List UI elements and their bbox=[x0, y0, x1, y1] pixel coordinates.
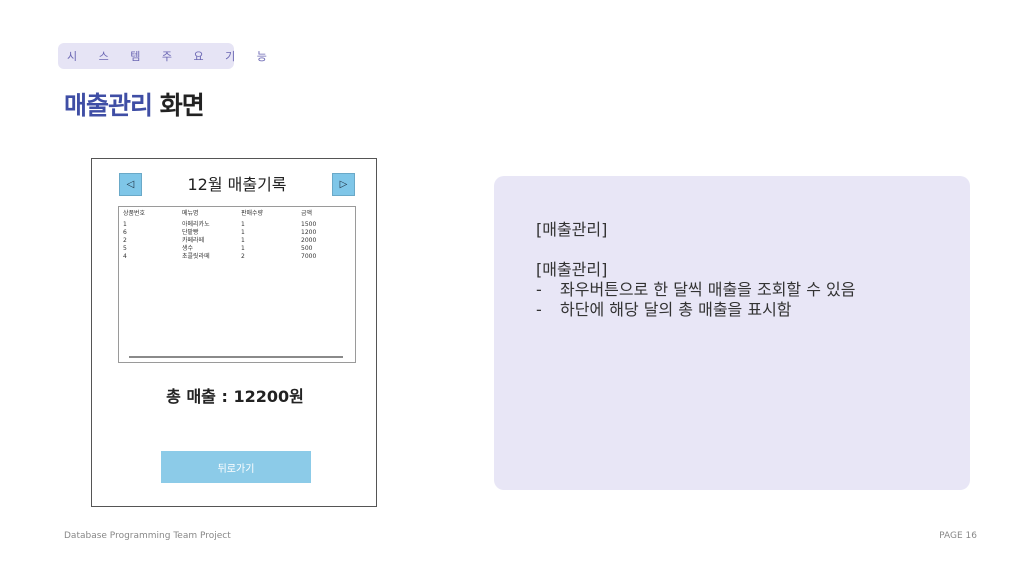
triangle-left-icon: ◁ bbox=[126, 179, 135, 190]
bullet-item: - 하단에 해당 달의 총 매출을 표시함 bbox=[536, 300, 956, 320]
cell-product-id: 4 bbox=[123, 253, 127, 260]
cell-amount: 500 bbox=[301, 245, 313, 252]
sales-table[interactable]: 상품번호 메뉴명 판매수량 금액 1 아메리카노 1 1500 6 단팥빵 1 … bbox=[118, 206, 356, 363]
panel-heading: [매출관리] bbox=[536, 220, 608, 239]
column-header-product-id: 상품번호 bbox=[123, 210, 146, 217]
description-text: [매출관리] [매출관리] - 좌우버튼으로 한 달씩 매출을 조회할 수 있음 … bbox=[536, 220, 956, 320]
bullet-text: 하단에 해당 달의 총 매출을 표시함 bbox=[560, 300, 792, 319]
horizontal-scrollbar[interactable] bbox=[129, 356, 343, 358]
cell-menu-name: 생수 bbox=[182, 245, 194, 252]
column-header-amount: 금액 bbox=[301, 210, 313, 217]
section-tag: 시 스 템 주 요 기 능 bbox=[58, 43, 267, 69]
prev-month-button[interactable]: ◁ bbox=[119, 173, 142, 196]
cell-product-id: 6 bbox=[123, 229, 127, 236]
cell-amount: 1200 bbox=[301, 229, 317, 236]
cell-product-id: 5 bbox=[123, 245, 127, 252]
cell-amount: 7000 bbox=[301, 253, 317, 260]
table-row[interactable]: 5 생수 1 500 bbox=[123, 245, 351, 253]
cell-menu-name: 카페라떼 bbox=[182, 237, 205, 244]
table-row[interactable]: 2 카페라떼 1 2000 bbox=[123, 237, 351, 245]
cell-quantity: 1 bbox=[241, 229, 245, 236]
bullet-dash: - bbox=[536, 280, 542, 299]
triangle-right-icon: ▷ bbox=[339, 179, 348, 190]
cell-menu-name: 단팥빵 bbox=[182, 229, 199, 236]
cell-quantity: 2 bbox=[241, 253, 245, 260]
back-button[interactable]: 뒤로가기 bbox=[161, 451, 311, 483]
page-title: 매출관리 화면 bbox=[64, 86, 205, 122]
footer-project-name: Database Programming Team Project bbox=[64, 531, 231, 541]
panel-subheading: [매출관리] bbox=[536, 260, 608, 279]
column-header-menu-name: 메뉴명 bbox=[182, 210, 199, 217]
page-title-accent: 매출관리 bbox=[64, 91, 153, 120]
cell-menu-name: 아메리카노 bbox=[182, 221, 210, 228]
cell-quantity: 1 bbox=[241, 221, 245, 228]
cell-amount: 2000 bbox=[301, 237, 317, 244]
table-header: 상품번호 메뉴명 판매수량 금액 bbox=[123, 210, 351, 218]
page-title-rest: 화면 bbox=[152, 91, 205, 120]
column-header-quantity: 판매수량 bbox=[241, 210, 264, 217]
cell-quantity: 1 bbox=[241, 237, 245, 244]
bullet-text: 좌우버튼으로 한 달씩 매출을 조회할 수 있음 bbox=[560, 280, 856, 299]
total-sales-label: 총 매출 : 12200원 bbox=[166, 387, 304, 406]
table-row[interactable]: 4 초콜릿라떼 2 7000 bbox=[123, 253, 351, 261]
bullet-dash: - bbox=[536, 300, 542, 319]
sales-window-mockup: ◁ 12월 매출기록 ▷ 상품번호 메뉴명 판매수량 금액 1 아메리카노 1 … bbox=[91, 158, 377, 507]
month-title: 12월 매출기록 bbox=[187, 175, 287, 194]
next-month-button[interactable]: ▷ bbox=[332, 173, 355, 196]
cell-amount: 1500 bbox=[301, 221, 317, 228]
cell-quantity: 1 bbox=[241, 245, 245, 252]
footer-page-number: PAGE 16 bbox=[939, 531, 977, 541]
table-row[interactable]: 1 아메리카노 1 1500 bbox=[123, 221, 351, 229]
description-panel: [매출관리] [매출관리] - 좌우버튼으로 한 달씩 매출을 조회할 수 있음 … bbox=[494, 176, 970, 490]
table-row[interactable]: 6 단팥빵 1 1200 bbox=[123, 229, 351, 237]
cell-product-id: 1 bbox=[123, 221, 127, 228]
cell-product-id: 2 bbox=[123, 237, 127, 244]
cell-menu-name: 초콜릿라떼 bbox=[182, 253, 210, 260]
bullet-item: - 좌우버튼으로 한 달씩 매출을 조회할 수 있음 bbox=[536, 280, 956, 300]
